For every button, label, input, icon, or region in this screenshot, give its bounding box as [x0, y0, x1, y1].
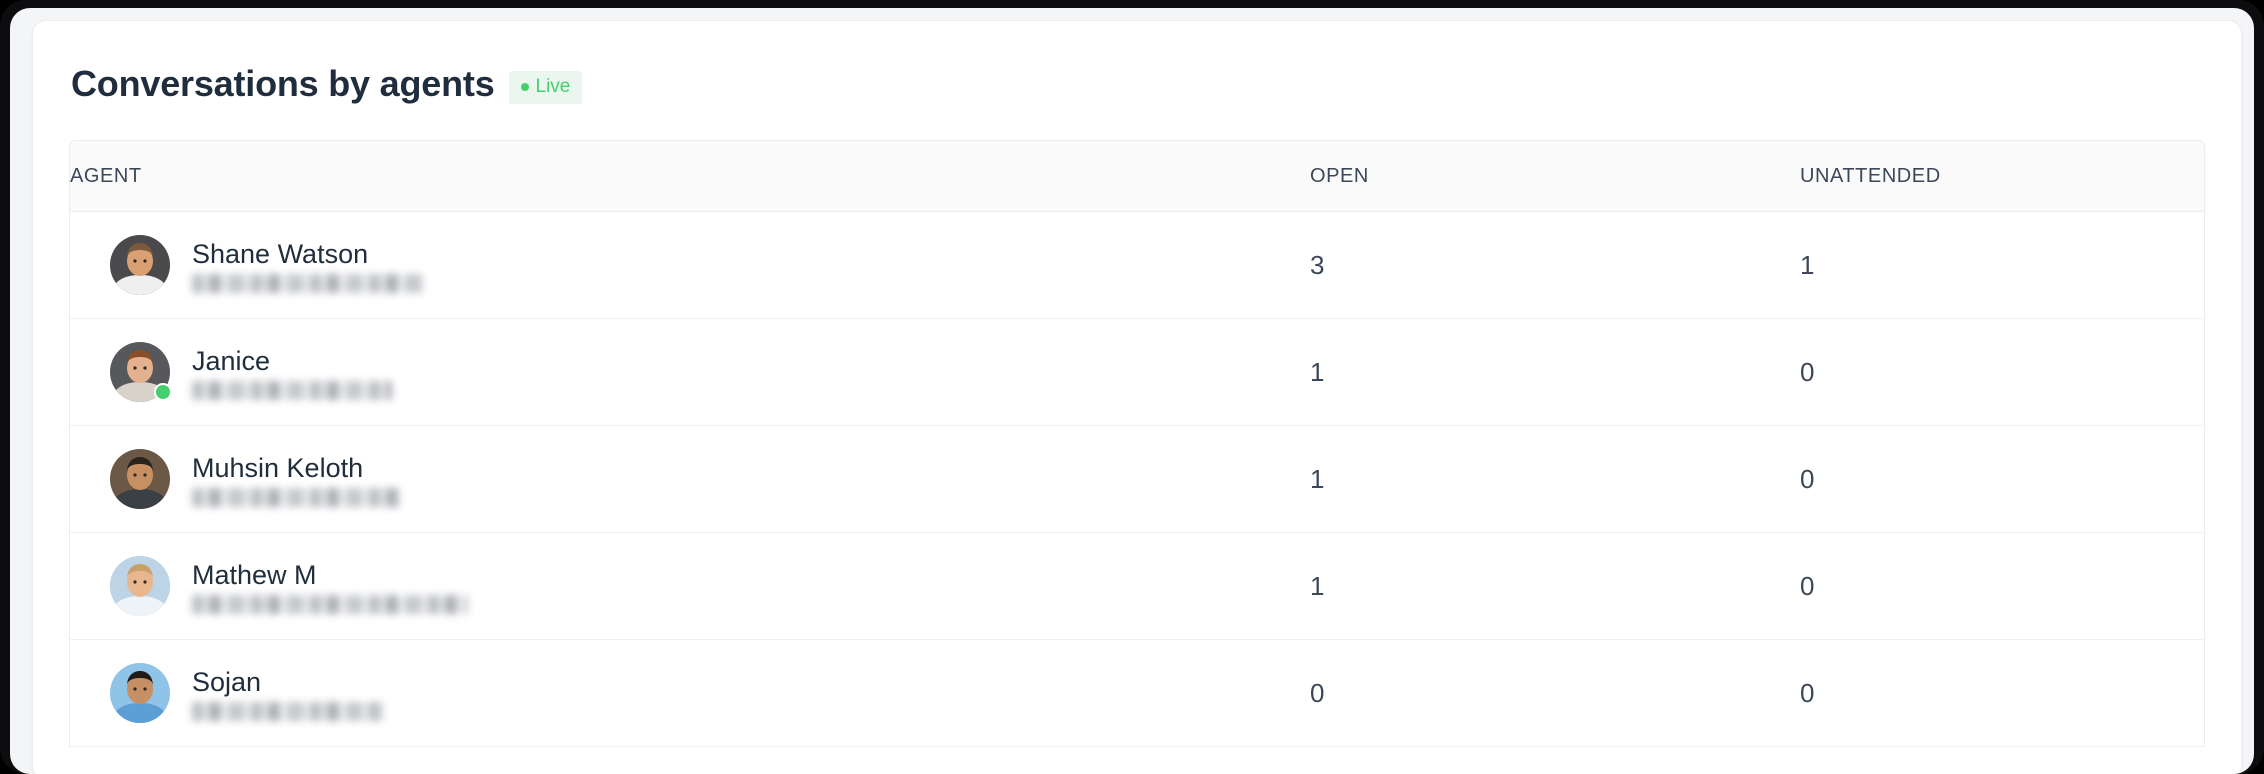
column-header-open[interactable]: OPEN — [1310, 141, 1800, 213]
avatar — [110, 556, 170, 617]
agents-table: AGENT OPEN UNATTENDED Shane Watson 3 1 J… — [70, 141, 2204, 748]
column-header-agent[interactable]: AGENT — [70, 141, 1310, 213]
avatar-image — [110, 663, 170, 724]
agent-cell: Mathew M — [70, 532, 1310, 641]
open-count: 1 — [1310, 318, 1800, 427]
unattended-count: 0 — [1800, 425, 2204, 534]
table-row[interactable]: Mathew M 1 0 — [70, 532, 2204, 641]
unattended-count: 0 — [1800, 639, 2204, 748]
agent-email-redacted — [192, 487, 400, 507]
unattended-count: 1 — [1800, 211, 2204, 320]
agent-email-redacted — [192, 594, 468, 614]
table-row[interactable]: Muhsin Keloth 1 0 — [70, 425, 2204, 534]
unattended-count: 0 — [1800, 532, 2204, 641]
agent-cell: Shane Watson — [70, 211, 1310, 320]
open-count: 1 — [1310, 425, 1800, 534]
table-row[interactable]: Sojan 0 0 — [70, 639, 2204, 748]
open-count: 0 — [1310, 639, 1800, 748]
table-header: AGENT OPEN UNATTENDED — [70, 141, 2204, 213]
status-badge: Live — [508, 71, 583, 105]
agent-name: Sojan — [192, 667, 262, 698]
status-badge-label: Live — [535, 76, 571, 98]
agent-cell: Janice — [70, 318, 1310, 427]
conversations-by-agents-card: Conversations by agents Live AGENT OPEN … — [32, 20, 2242, 774]
agent-name: Mathew M — [192, 560, 317, 591]
agent-name: Shane Watson — [192, 239, 369, 270]
avatar-image — [110, 556, 170, 617]
agent-cell: Sojan — [70, 639, 1310, 748]
avatar — [110, 449, 170, 510]
unattended-count: 0 — [1800, 318, 2204, 427]
agents-table-container: AGENT OPEN UNATTENDED Shane Watson 3 1 J… — [69, 140, 2205, 748]
avatar — [110, 663, 170, 724]
open-count: 1 — [1310, 532, 1800, 641]
agent-email-redacted — [192, 701, 384, 721]
page-title: Conversations by agents — [71, 63, 495, 104]
table-row[interactable]: Shane Watson 3 1 — [70, 211, 2204, 320]
table-row[interactable]: Janice 1 0 — [70, 318, 2204, 427]
open-count: 3 — [1310, 211, 1800, 320]
agent-email-redacted — [192, 273, 424, 293]
avatar-image — [110, 449, 170, 510]
agent-name: Muhsin Keloth — [192, 453, 364, 484]
page-backdrop: Conversations by agents Live AGENT OPEN … — [10, 8, 2254, 774]
card-header: Conversations by agents Live — [33, 21, 2241, 105]
online-status-icon — [154, 383, 172, 402]
live-dot-icon — [520, 83, 529, 92]
table-body: Shane Watson 3 1 Janice 1 0 Muhsin Kelot… — [70, 211, 2204, 748]
column-header-unattended[interactable]: UNATTENDED — [1800, 141, 2204, 213]
avatar-image — [110, 235, 170, 296]
browser-frame: Conversations by agents Live AGENT OPEN … — [0, 0, 2264, 774]
avatar — [110, 235, 170, 296]
agent-email-redacted — [192, 380, 392, 400]
table-header-row: AGENT OPEN UNATTENDED — [70, 141, 2204, 213]
agent-cell: Muhsin Keloth — [70, 425, 1310, 534]
agent-name: Janice — [192, 346, 271, 377]
avatar — [110, 342, 172, 403]
